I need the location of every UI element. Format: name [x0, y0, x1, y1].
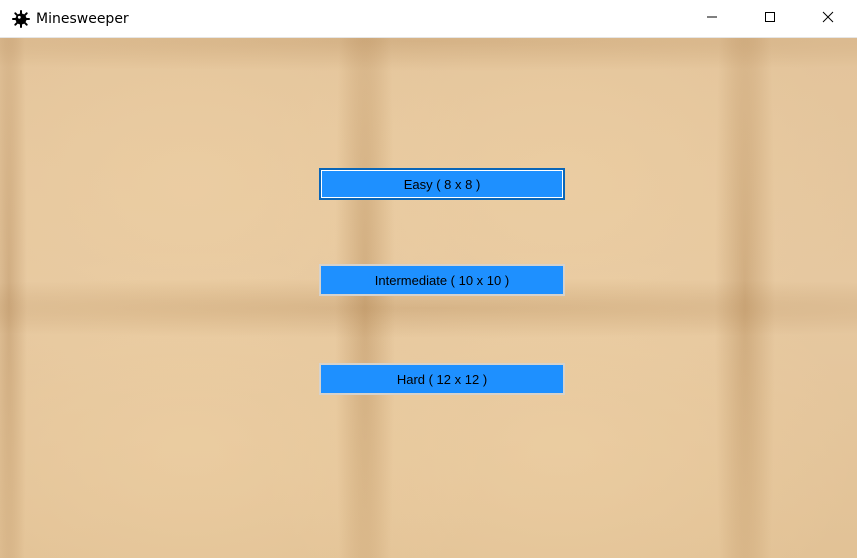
maximize-button[interactable] — [741, 0, 799, 38]
intermediate-mode-button[interactable]: Intermediate ( 10 x 10 ) — [319, 264, 565, 296]
hard-mode-button[interactable]: Hard ( 12 x 12 ) — [319, 363, 565, 395]
mine-icon — [11, 9, 31, 29]
menu-background: Easy ( 8 x 8 ) Intermediate ( 10 x 10 ) … — [0, 38, 857, 558]
easy-mode-button[interactable]: Easy ( 8 x 8 ) — [319, 168, 565, 200]
maximize-icon — [764, 10, 776, 28]
window-controls — [683, 0, 857, 38]
close-button[interactable] — [799, 0, 857, 38]
close-icon — [822, 10, 834, 28]
minimize-icon — [706, 10, 718, 28]
minimize-button[interactable] — [683, 0, 741, 38]
title-bar[interactable]: Minesweeper — [0, 0, 857, 38]
window-title: Minesweeper — [36, 10, 129, 27]
